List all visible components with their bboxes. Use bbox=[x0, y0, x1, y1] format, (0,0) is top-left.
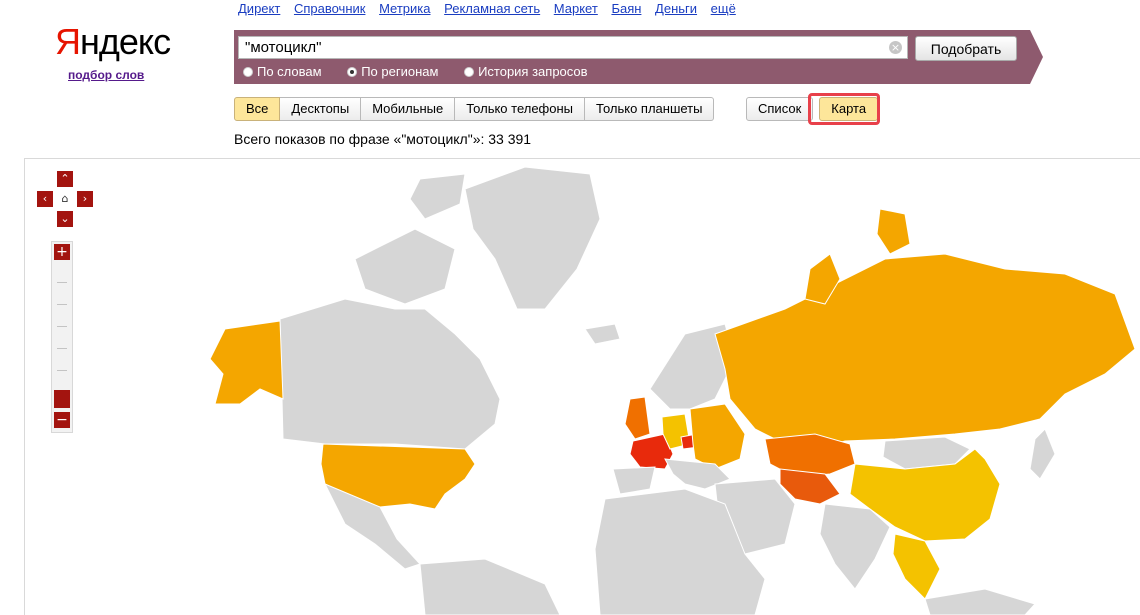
service-link-money[interactable]: Деньги bbox=[655, 1, 697, 16]
search-input[interactable] bbox=[238, 36, 908, 59]
tab-list[interactable]: Список bbox=[746, 97, 814, 121]
radio-checked-icon bbox=[347, 66, 358, 77]
service-link-bayan[interactable]: Баян bbox=[611, 1, 641, 16]
zoom-tick bbox=[57, 348, 67, 349]
service-link-reference[interactable]: Справочник bbox=[294, 1, 366, 16]
region-severnaya-zemlya[interactable] bbox=[876, 208, 911, 255]
region-southeast-asia[interactable] bbox=[892, 533, 941, 600]
region-canada[interactable] bbox=[279, 298, 501, 450]
yandex-logo[interactable]: Яндекс bbox=[55, 21, 171, 62]
region-arctic-islands[interactable] bbox=[409, 173, 466, 220]
mode-label: История запросов bbox=[478, 64, 588, 79]
service-link-direct[interactable]: Директ bbox=[238, 1, 280, 16]
region-eastern-europe[interactable] bbox=[689, 403, 746, 470]
tab-mobile[interactable]: Мобильные bbox=[361, 97, 456, 121]
zoom-tick bbox=[57, 326, 67, 327]
zoom-tick bbox=[57, 370, 67, 371]
zoom-out-button[interactable]: − bbox=[54, 412, 70, 428]
pan-left-button[interactable]: ‹ bbox=[37, 191, 53, 207]
mode-label: По словам bbox=[257, 64, 322, 79]
region-indonesia[interactable] bbox=[924, 588, 1036, 615]
zoom-in-button[interactable]: + bbox=[54, 244, 70, 260]
region-south-america[interactable] bbox=[419, 558, 561, 615]
tab-tablets-only[interactable]: Только планшеты bbox=[585, 97, 715, 121]
home-icon[interactable]: ⌂ bbox=[57, 191, 73, 207]
pan-down-button[interactable]: ⌄ bbox=[57, 211, 73, 227]
map-tab-highlight bbox=[808, 93, 880, 125]
zoom-tick bbox=[57, 304, 67, 305]
device-tabs: Все Десктопы Мобильные Только телефоны Т… bbox=[234, 97, 715, 121]
region-iceland[interactable] bbox=[584, 323, 621, 345]
mode-by-regions[interactable]: По регионам bbox=[347, 64, 438, 79]
zoom-control: + − bbox=[51, 241, 73, 433]
region-russia[interactable] bbox=[714, 253, 1136, 450]
mode-label: По регионам bbox=[361, 64, 439, 79]
services-nav: Директ Справочник Метрика Рекламная сеть… bbox=[238, 1, 746, 16]
region-india[interactable] bbox=[819, 503, 891, 590]
world-map[interactable]: ⌃ ‹ ⌂ › ⌄ + − bbox=[24, 158, 1140, 615]
service-link-market[interactable]: Маркет bbox=[554, 1, 598, 16]
zoom-tick bbox=[57, 282, 67, 283]
clear-icon[interactable]: × bbox=[889, 41, 902, 54]
radio-icon bbox=[464, 66, 475, 77]
logo-text: ндекс bbox=[80, 21, 171, 62]
pan-up-button[interactable]: ⌃ bbox=[57, 171, 73, 187]
tab-desktops[interactable]: Десктопы bbox=[280, 97, 362, 121]
logo-subtitle-link[interactable]: подбор слов bbox=[68, 68, 144, 82]
region-arctic-islands[interactable] bbox=[354, 228, 456, 305]
tab-all[interactable]: Все bbox=[234, 97, 281, 121]
region-uk[interactable] bbox=[624, 396, 651, 440]
radio-icon bbox=[243, 66, 253, 77]
region-japan[interactable] bbox=[1029, 428, 1056, 480]
mode-by-words[interactable]: По словам bbox=[243, 64, 322, 79]
region-spain[interactable] bbox=[612, 466, 656, 495]
service-link-ad-network[interactable]: Рекламная сеть bbox=[444, 1, 540, 16]
pan-right-button[interactable]: › bbox=[77, 191, 93, 207]
tab-phones-only[interactable]: Только телефоны bbox=[455, 97, 586, 121]
service-link-more[interactable]: ещё bbox=[711, 1, 736, 16]
region-alaska[interactable] bbox=[209, 320, 284, 405]
service-link-metrika[interactable]: Метрика bbox=[379, 1, 430, 16]
search-mode-group: По словам По регионам История запросов bbox=[243, 64, 610, 80]
logo-letter: Я bbox=[55, 21, 81, 62]
total-impressions: Всего показов по фразе «"мотоцикл"»: 33 … bbox=[234, 131, 532, 147]
zoom-slider-handle[interactable] bbox=[54, 390, 70, 408]
pan-control: ⌃ ‹ ⌂ › ⌄ bbox=[37, 171, 93, 227]
mode-history[interactable]: История запросов bbox=[464, 64, 588, 79]
submit-button[interactable]: Подобрать bbox=[915, 36, 1017, 61]
region-greenland[interactable] bbox=[464, 166, 601, 310]
